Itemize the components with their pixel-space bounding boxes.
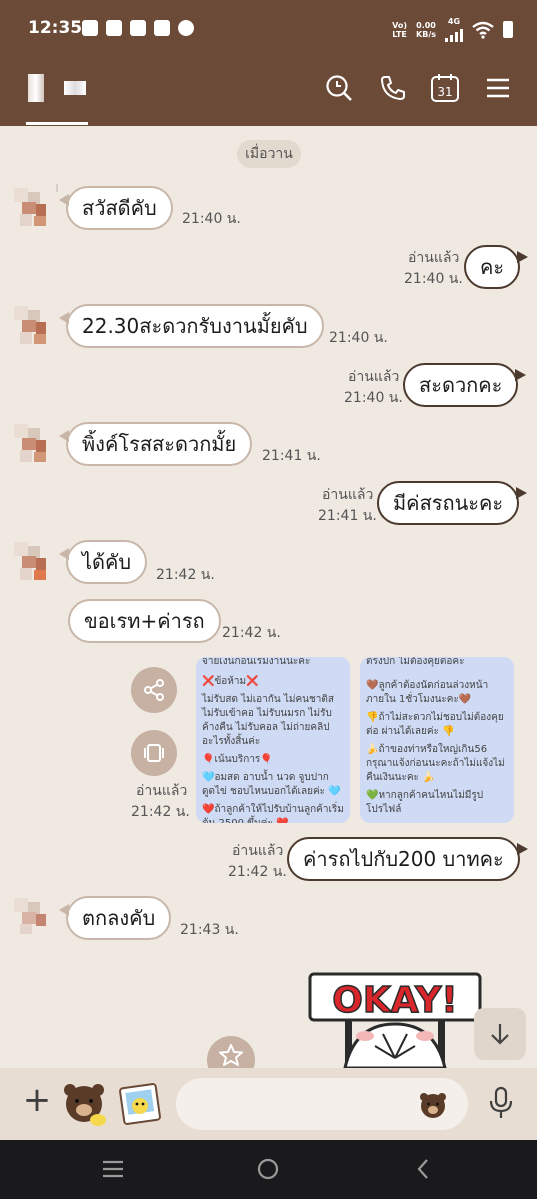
chat-header: 12:35 Vo) LTE 0.00 KB/s 4G 31	[0, 0, 537, 126]
message-time: 21:40 น.	[404, 271, 463, 287]
contact-name[interactable]	[28, 74, 86, 102]
emoji-icon[interactable]	[418, 1090, 448, 1120]
network-speed: 0.00 KB/s	[416, 20, 436, 39]
notification-icon	[82, 20, 98, 36]
photo-sticker-icon[interactable]	[118, 1082, 162, 1126]
avatar[interactable]	[12, 302, 58, 348]
phone-icon[interactable]	[377, 72, 409, 104]
volte-indicator: Vo) LTE	[392, 20, 408, 39]
notification-icon	[178, 20, 194, 36]
message-time: 21:40 น.	[329, 330, 388, 346]
message-time: 21:42 น.	[222, 625, 281, 641]
message-time: 21:41 น.	[318, 508, 377, 524]
share-icon	[144, 679, 164, 701]
message-time: 21:42 น.	[131, 804, 190, 820]
read-receipt: อ่านแล้ว	[408, 250, 460, 266]
battery-icon	[503, 21, 513, 38]
album-icon	[144, 744, 164, 762]
read-receipt: อ่านแล้ว	[322, 487, 374, 503]
message-bubble[interactable]: สะดวกคะ	[403, 363, 527, 407]
menu-icon[interactable]	[482, 72, 514, 104]
read-receipt: อ่านแล้ว	[136, 783, 188, 799]
message-input[interactable]	[176, 1078, 468, 1130]
svg-text:OKAY!: OKAY!	[332, 980, 457, 1021]
read-receipt: อ่านแล้ว	[232, 843, 284, 859]
system-navigation-bar	[0, 1140, 537, 1199]
avatar[interactable]	[12, 538, 58, 584]
message-bubble[interactable]: ค่ารถไปกับ200 บาทคะ	[287, 837, 528, 881]
share-button[interactable]	[131, 667, 177, 713]
status-bar: 12:35 Vo) LTE 0.00 KB/s 4G	[0, 0, 537, 60]
message-bubble[interactable]: สวัสดีคับ	[59, 186, 173, 230]
back-icon[interactable]	[408, 1154, 438, 1184]
message-bubble[interactable]: ขอเรท+ค่ารถ	[68, 599, 221, 643]
avatar[interactable]	[12, 894, 58, 940]
status-indicators: Vo) LTE 0.00 KB/s 4G	[392, 17, 513, 42]
message-bubble[interactable]: คะ	[464, 245, 529, 289]
arrow-down-icon	[491, 1024, 509, 1045]
notification-icons	[82, 20, 194, 36]
avatar[interactable]	[12, 184, 58, 230]
notification-icon	[130, 20, 146, 36]
message-time: 21:42 น.	[156, 567, 215, 583]
date-chip: เมื่อวาน	[237, 140, 301, 168]
notification-icon	[106, 20, 122, 36]
header-underline	[26, 122, 88, 125]
star-icon	[219, 1044, 243, 1066]
clock: 12:35	[28, 18, 83, 38]
message-time: 21:43 น.	[180, 922, 239, 938]
avatar[interactable]	[12, 420, 58, 466]
notification-icon	[154, 20, 170, 36]
message-time: 21:41 น.	[262, 448, 321, 464]
brown-sticker-icon[interactable]	[60, 1080, 108, 1128]
album-button[interactable]	[131, 730, 177, 776]
plus-icon[interactable]: +	[22, 1083, 52, 1117]
image-attachment[interactable]: ตรงปก ไม่ต้องคุยต่อคะ 🤎ลูกค้าต้องนัดก่อน…	[360, 657, 514, 823]
message-bubble[interactable]: มีค่สรถนะคะ	[377, 481, 528, 525]
read-receipt: อ่านแล้ว	[348, 369, 400, 385]
image-attachment[interactable]: จายเงนกอนเรมงานนะคะ ❌ข้อห้าม❌ ไม่รับสด ไ…	[196, 657, 350, 823]
microphone-icon[interactable]	[486, 1086, 516, 1120]
message-time: 21:42 น.	[228, 864, 287, 880]
message-bubble[interactable]: พิ้งค์โรสสะดวกมั้ย	[58, 422, 253, 466]
message-bubble[interactable]: ตกลงคับ	[58, 896, 172, 940]
recent-apps-icon[interactable]	[98, 1154, 128, 1184]
message-time: 21:40 น.	[182, 211, 241, 227]
svg-text:31: 31	[437, 85, 452, 99]
scroll-to-bottom-button[interactable]	[474, 1008, 526, 1060]
message-input-bar: +	[0, 1068, 537, 1140]
signal-indicator: 4G	[445, 17, 463, 42]
home-icon[interactable]	[253, 1154, 283, 1184]
message-bubble[interactable]: 22.30สะดวกรับงานมั้ยคับ	[59, 304, 324, 348]
blurred-name	[64, 81, 86, 95]
wifi-icon	[472, 21, 494, 39]
blurred-name	[28, 74, 44, 102]
message-bubble[interactable]: ได้คับ	[58, 540, 148, 584]
calendar-icon[interactable]: 31	[429, 72, 461, 104]
message-time: 21:40 น.	[344, 390, 403, 406]
okay-sticker[interactable]: OKAY!	[305, 968, 485, 1068]
search-icon[interactable]	[323, 72, 355, 104]
